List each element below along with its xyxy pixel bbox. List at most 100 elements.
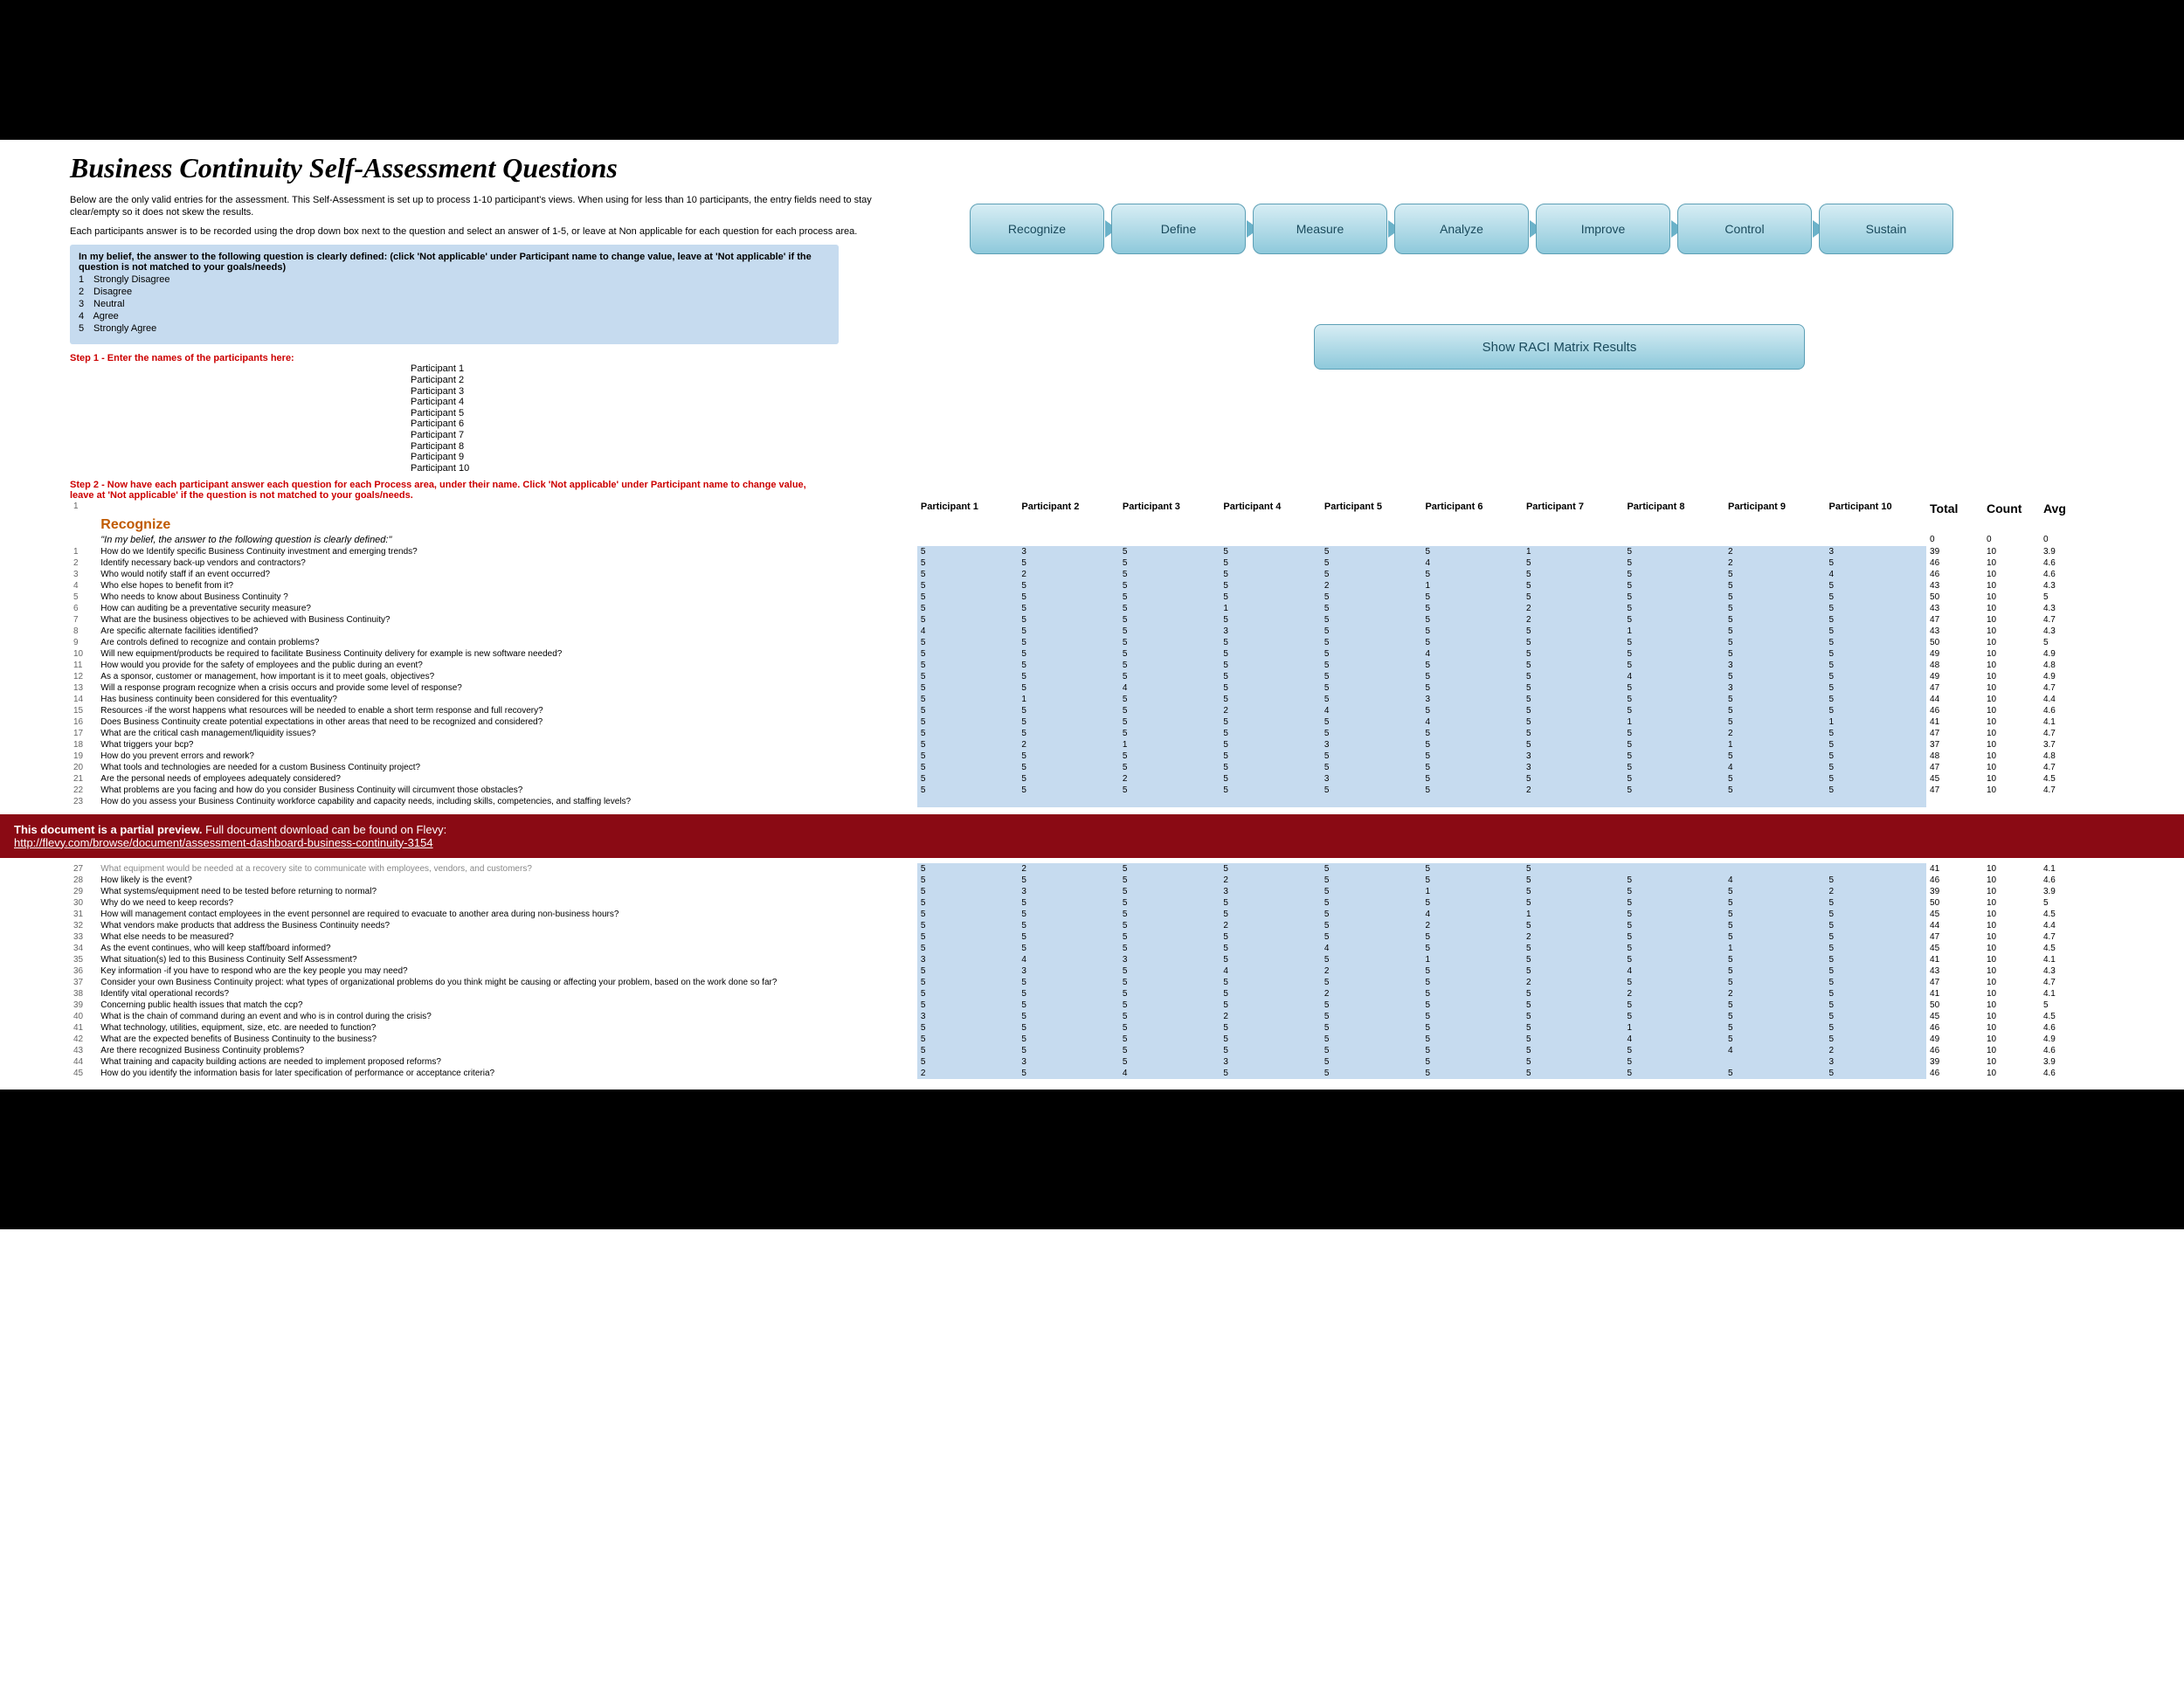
answer-cell[interactable]: 5 — [1220, 762, 1321, 773]
answer-cell[interactable]: 1 — [1724, 943, 1826, 954]
answer-cell[interactable]: 4 — [1724, 875, 1826, 886]
answer-cell[interactable]: 5 — [1220, 751, 1321, 762]
flow-step-sustain[interactable]: Sustain — [1819, 204, 1953, 254]
answer-cell[interactable]: 5 — [1119, 1000, 1220, 1011]
answer-cell[interactable]: 4 — [1421, 909, 1523, 920]
answer-cell[interactable]: 5 — [1018, 943, 1119, 954]
answer-cell[interactable]: 2 — [1623, 988, 1724, 1000]
answer-cell[interactable]: 5 — [1724, 591, 1826, 603]
answer-cell[interactable]: 5 — [1623, 682, 1724, 694]
answer-cell[interactable]: 3 — [1018, 546, 1119, 557]
answer-cell[interactable]: 5 — [1321, 603, 1422, 614]
answer-cell[interactable]: 5 — [1523, 920, 1624, 931]
answer-cell[interactable]: 5 — [1321, 954, 1422, 965]
answer-cell[interactable]: 4 — [1421, 648, 1523, 660]
answer-cell[interactable] — [1623, 796, 1724, 807]
answer-cell[interactable]: 3 — [1523, 751, 1624, 762]
answer-cell[interactable]: 3 — [1220, 626, 1321, 637]
answer-cell[interactable]: 5 — [1826, 591, 1927, 603]
answer-cell[interactable]: 5 — [1220, 637, 1321, 648]
answer-cell[interactable]: 5 — [1623, 773, 1724, 785]
answer-cell[interactable] — [1826, 796, 1927, 807]
answer-cell[interactable]: 1 — [1220, 603, 1321, 614]
answer-cell[interactable]: 5 — [1421, 705, 1523, 716]
answer-cell[interactable]: 5 — [1826, 1011, 1927, 1022]
answer-cell[interactable]: 5 — [1826, 648, 1927, 660]
answer-cell[interactable]: 5 — [1018, 716, 1119, 728]
answer-cell[interactable]: 5 — [1623, 954, 1724, 965]
answer-cell[interactable]: 5 — [1220, 1022, 1321, 1034]
answer-cell[interactable]: 5 — [1421, 773, 1523, 785]
answer-cell[interactable]: 5 — [1220, 591, 1321, 603]
answer-cell[interactable]: 5 — [1018, 603, 1119, 614]
answer-cell[interactable] — [1724, 796, 1826, 807]
answer-cell[interactable]: 5 — [1220, 909, 1321, 920]
answer-cell[interactable]: 4 — [917, 626, 1019, 637]
answer-cell[interactable]: 5 — [1724, 897, 1826, 909]
answer-cell[interactable]: 5 — [917, 591, 1019, 603]
answer-cell[interactable]: 5 — [1119, 1011, 1220, 1022]
answer-cell[interactable]: 4 — [1826, 569, 1927, 580]
answer-cell[interactable]: 1 — [1623, 716, 1724, 728]
answer-cell[interactable]: 5 — [1119, 1034, 1220, 1045]
answer-cell[interactable]: 5 — [1119, 1056, 1220, 1068]
answer-cell[interactable]: 5 — [1321, 1000, 1422, 1011]
answer-cell[interactable]: 5 — [917, 965, 1019, 977]
answer-cell[interactable]: 5 — [1119, 660, 1220, 671]
answer-cell[interactable]: 5 — [1220, 1000, 1321, 1011]
answer-cell[interactable]: 5 — [917, 988, 1019, 1000]
answer-cell[interactable]: 1 — [1523, 909, 1624, 920]
answer-cell[interactable] — [1523, 796, 1624, 807]
answer-cell[interactable]: 5 — [1220, 931, 1321, 943]
answer-cell[interactable]: 5 — [1523, 886, 1624, 897]
answer-cell[interactable]: 5 — [1018, 909, 1119, 920]
answer-cell[interactable]: 3 — [917, 1011, 1019, 1022]
answer-cell[interactable]: 4 — [1119, 1068, 1220, 1079]
answer-cell[interactable]: 2 — [1321, 965, 1422, 977]
answer-cell[interactable]: 5 — [1421, 569, 1523, 580]
answer-cell[interactable]: 5 — [1119, 1045, 1220, 1056]
answer-cell[interactable]: 5 — [1523, 716, 1624, 728]
answer-cell[interactable]: 5 — [917, 637, 1019, 648]
answer-cell[interactable]: 1 — [1421, 580, 1523, 591]
answer-cell[interactable]: 5 — [1220, 648, 1321, 660]
answer-cell[interactable]: 5 — [1623, 785, 1724, 796]
answer-cell[interactable] — [1220, 796, 1321, 807]
answer-cell[interactable]: 4 — [1623, 671, 1724, 682]
answer-cell[interactable]: 5 — [917, 875, 1019, 886]
answer-cell[interactable]: 1 — [1826, 716, 1927, 728]
answer-cell[interactable]: 5 — [917, 943, 1019, 954]
answer-cell[interactable]: 5 — [1119, 591, 1220, 603]
answer-cell[interactable]: 5 — [1623, 546, 1724, 557]
answer-cell[interactable]: 2 — [1523, 785, 1624, 796]
answer-cell[interactable]: 5 — [917, 785, 1019, 796]
answer-cell[interactable]: 2 — [1724, 557, 1826, 569]
answer-cell[interactable]: 5 — [1421, 1045, 1523, 1056]
answer-cell[interactable]: 5 — [1724, 569, 1826, 580]
answer-cell[interactable] — [1724, 1056, 1826, 1068]
answer-cell[interactable]: 5 — [1623, 648, 1724, 660]
answer-cell[interactable]: 2 — [1018, 569, 1119, 580]
answer-cell[interactable]: 5 — [1321, 1068, 1422, 1079]
answer-cell[interactable] — [1623, 863, 1724, 875]
answer-cell[interactable]: 5 — [1523, 1022, 1624, 1034]
answer-cell[interactable]: 5 — [1523, 943, 1624, 954]
answer-cell[interactable]: 5 — [917, 739, 1019, 751]
answer-cell[interactable]: 5 — [1421, 762, 1523, 773]
answer-cell[interactable]: 5 — [1523, 591, 1624, 603]
answer-cell[interactable]: 5 — [1220, 954, 1321, 965]
answer-cell[interactable]: 5 — [1724, 1034, 1826, 1045]
answer-cell[interactable]: 5 — [1119, 716, 1220, 728]
participant-name[interactable]: Participant 8 — [411, 441, 900, 453]
answer-cell[interactable]: 2 — [1523, 931, 1624, 943]
participant-name[interactable]: Participant 4 — [411, 397, 900, 408]
answer-cell[interactable]: 5 — [1018, 1045, 1119, 1056]
answer-cell[interactable]: 5 — [1826, 1068, 1927, 1079]
answer-cell[interactable]: 5 — [917, 1022, 1019, 1034]
answer-cell[interactable]: 5 — [1523, 671, 1624, 682]
answer-cell[interactable]: 5 — [1826, 943, 1927, 954]
answer-cell[interactable]: 5 — [1623, 1045, 1724, 1056]
answer-cell[interactable]: 5 — [917, 728, 1019, 739]
answer-cell[interactable]: 5 — [1523, 660, 1624, 671]
answer-cell[interactable]: 5 — [1119, 705, 1220, 716]
